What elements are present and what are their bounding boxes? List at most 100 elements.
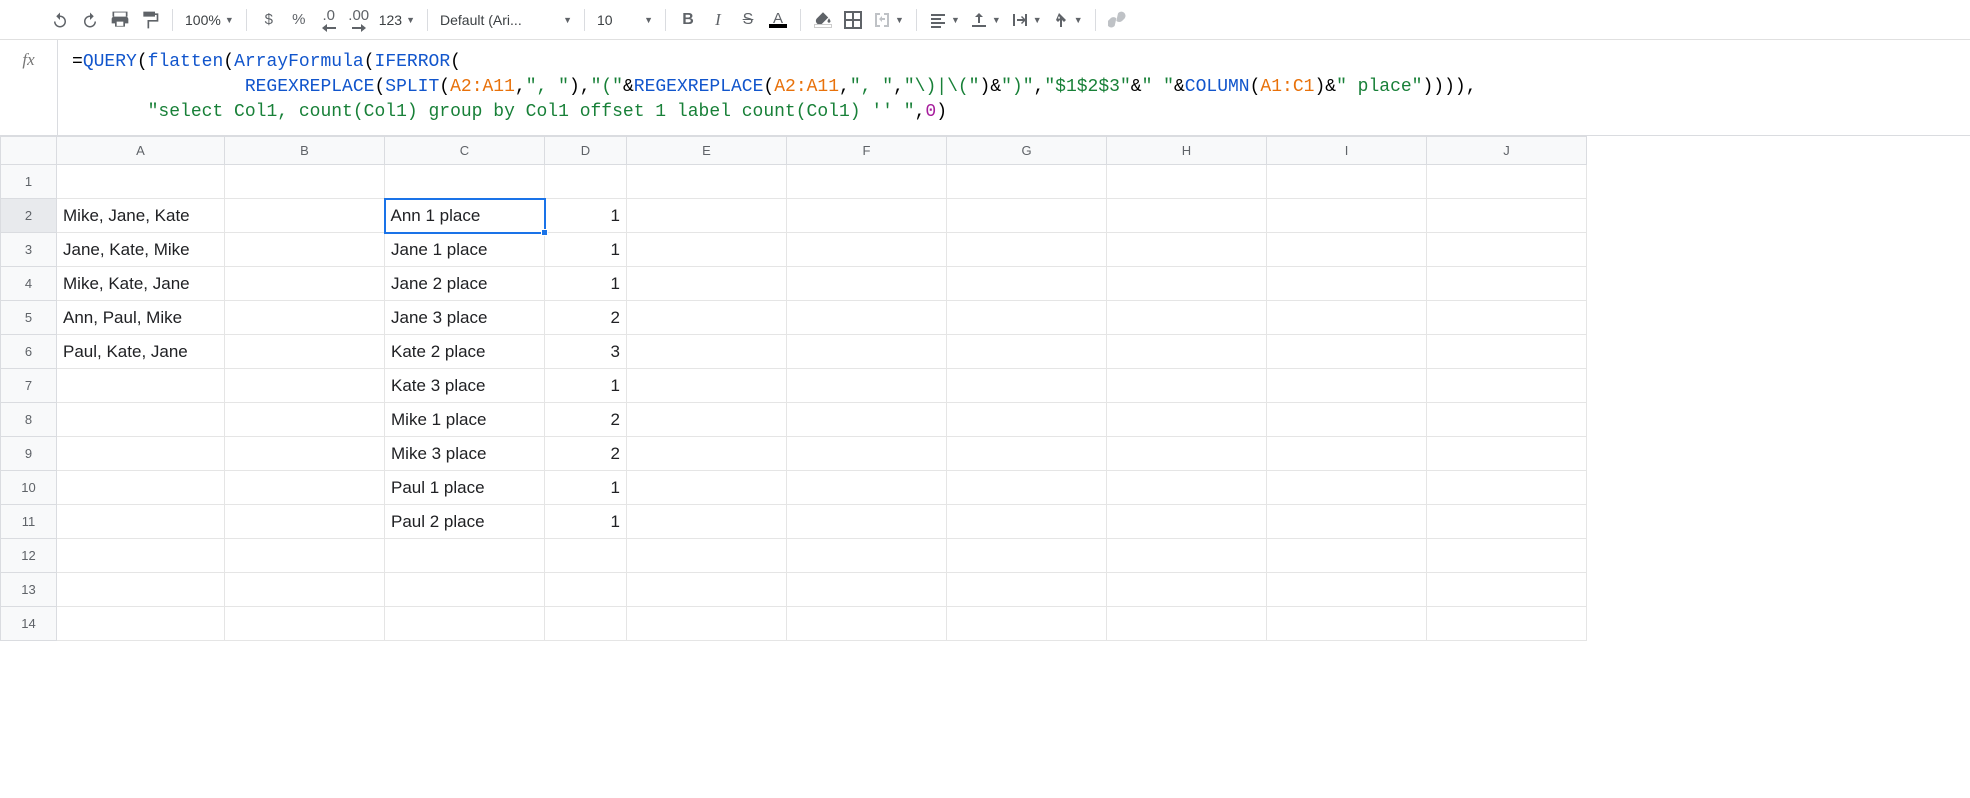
cell-J13[interactable] bbox=[1427, 573, 1587, 607]
row-header-13[interactable]: 13 bbox=[1, 573, 57, 607]
cell-G13[interactable] bbox=[947, 573, 1107, 607]
cell-H4[interactable] bbox=[1107, 267, 1267, 301]
cell-E5[interactable] bbox=[627, 301, 787, 335]
cell-J14[interactable] bbox=[1427, 607, 1587, 641]
cell-A11[interactable] bbox=[57, 505, 225, 539]
cell-H11[interactable] bbox=[1107, 505, 1267, 539]
increase-decimal-button[interactable]: .00 bbox=[345, 6, 373, 34]
paint-format-button[interactable] bbox=[136, 6, 164, 34]
cell-J11[interactable] bbox=[1427, 505, 1587, 539]
cell-A1[interactable] bbox=[57, 165, 225, 199]
cell-C12[interactable] bbox=[385, 539, 545, 573]
cell-F12[interactable] bbox=[787, 539, 947, 573]
cell-B12[interactable] bbox=[225, 539, 385, 573]
cell-B8[interactable] bbox=[225, 403, 385, 437]
cell-B13[interactable] bbox=[225, 573, 385, 607]
zoom-dropdown[interactable]: 100% ▼ bbox=[181, 6, 238, 34]
column-header-H[interactable]: H bbox=[1107, 137, 1267, 165]
cell-I7[interactable] bbox=[1267, 369, 1427, 403]
cell-G4[interactable] bbox=[947, 267, 1107, 301]
cell-A3[interactable]: Jane, Kate, Mike bbox=[57, 233, 225, 267]
column-header-E[interactable]: E bbox=[627, 137, 787, 165]
strikethrough-button[interactable]: S bbox=[734, 6, 762, 34]
cell-I10[interactable] bbox=[1267, 471, 1427, 505]
cell-B4[interactable] bbox=[225, 267, 385, 301]
fill-color-button[interactable] bbox=[809, 6, 837, 34]
row-header-14[interactable]: 14 bbox=[1, 607, 57, 641]
column-header-G[interactable]: G bbox=[947, 137, 1107, 165]
decrease-decimal-button[interactable]: .0 bbox=[315, 6, 343, 34]
text-wrap-dropdown[interactable]: ▼ bbox=[1007, 6, 1046, 34]
row-header-1[interactable]: 1 bbox=[1, 165, 57, 199]
text-rotation-dropdown[interactable]: ▼ bbox=[1048, 6, 1087, 34]
cell-B2[interactable] bbox=[225, 199, 385, 233]
cell-G6[interactable] bbox=[947, 335, 1107, 369]
cell-G9[interactable] bbox=[947, 437, 1107, 471]
cell-B11[interactable] bbox=[225, 505, 385, 539]
vertical-align-dropdown[interactable]: ▼ bbox=[966, 6, 1005, 34]
row-header-3[interactable]: 3 bbox=[1, 233, 57, 267]
format-percent-button[interactable]: % bbox=[285, 6, 313, 34]
cell-H8[interactable] bbox=[1107, 403, 1267, 437]
cell-H3[interactable] bbox=[1107, 233, 1267, 267]
insert-link-button[interactable] bbox=[1104, 6, 1132, 34]
column-header-I[interactable]: I bbox=[1267, 137, 1427, 165]
cell-J2[interactable] bbox=[1427, 199, 1587, 233]
cell-C1[interactable] bbox=[385, 165, 545, 199]
cell-I13[interactable] bbox=[1267, 573, 1427, 607]
print-button[interactable] bbox=[106, 6, 134, 34]
cell-D14[interactable] bbox=[545, 607, 627, 641]
cell-H6[interactable] bbox=[1107, 335, 1267, 369]
undo-button[interactable] bbox=[46, 6, 74, 34]
cell-G5[interactable] bbox=[947, 301, 1107, 335]
row-header-8[interactable]: 8 bbox=[1, 403, 57, 437]
horizontal-align-dropdown[interactable]: ▼ bbox=[925, 6, 964, 34]
cell-B7[interactable] bbox=[225, 369, 385, 403]
column-header-D[interactable]: D bbox=[545, 137, 627, 165]
cell-G8[interactable] bbox=[947, 403, 1107, 437]
cell-J8[interactable] bbox=[1427, 403, 1587, 437]
cell-G3[interactable] bbox=[947, 233, 1107, 267]
borders-button[interactable] bbox=[839, 6, 867, 34]
cell-E6[interactable] bbox=[627, 335, 787, 369]
cell-F5[interactable] bbox=[787, 301, 947, 335]
cell-E7[interactable] bbox=[627, 369, 787, 403]
cell-I4[interactable] bbox=[1267, 267, 1427, 301]
cell-C2[interactable]: Ann 1 place bbox=[385, 199, 545, 233]
cell-C3[interactable]: Jane 1 place bbox=[385, 233, 545, 267]
cell-J10[interactable] bbox=[1427, 471, 1587, 505]
cell-E12[interactable] bbox=[627, 539, 787, 573]
column-header-J[interactable]: J bbox=[1427, 137, 1587, 165]
cell-D7[interactable]: 1 bbox=[545, 369, 627, 403]
cell-I6[interactable] bbox=[1267, 335, 1427, 369]
cell-H9[interactable] bbox=[1107, 437, 1267, 471]
column-header-B[interactable]: B bbox=[225, 137, 385, 165]
cell-D10[interactable]: 1 bbox=[545, 471, 627, 505]
cell-E8[interactable] bbox=[627, 403, 787, 437]
cell-H12[interactable] bbox=[1107, 539, 1267, 573]
cell-D4[interactable]: 1 bbox=[545, 267, 627, 301]
cell-I3[interactable] bbox=[1267, 233, 1427, 267]
cell-A13[interactable] bbox=[57, 573, 225, 607]
cell-H7[interactable] bbox=[1107, 369, 1267, 403]
cell-C4[interactable]: Jane 2 place bbox=[385, 267, 545, 301]
cell-F10[interactable] bbox=[787, 471, 947, 505]
cell-J9[interactable] bbox=[1427, 437, 1587, 471]
cell-G14[interactable] bbox=[947, 607, 1107, 641]
row-header-5[interactable]: 5 bbox=[1, 301, 57, 335]
more-formats-dropdown[interactable]: 123 ▼ bbox=[375, 6, 419, 34]
font-size-dropdown[interactable]: 10 ▼ bbox=[593, 6, 657, 34]
select-all-corner[interactable] bbox=[1, 137, 57, 165]
cell-C5[interactable]: Jane 3 place bbox=[385, 301, 545, 335]
cell-A14[interactable] bbox=[57, 607, 225, 641]
redo-button[interactable] bbox=[76, 6, 104, 34]
cell-C11[interactable]: Paul 2 place bbox=[385, 505, 545, 539]
cell-F13[interactable] bbox=[787, 573, 947, 607]
cell-F2[interactable] bbox=[787, 199, 947, 233]
row-header-10[interactable]: 10 bbox=[1, 471, 57, 505]
cell-D5[interactable]: 2 bbox=[545, 301, 627, 335]
cell-I2[interactable] bbox=[1267, 199, 1427, 233]
cell-H5[interactable] bbox=[1107, 301, 1267, 335]
cell-C6[interactable]: Kate 2 place bbox=[385, 335, 545, 369]
cell-I5[interactable] bbox=[1267, 301, 1427, 335]
